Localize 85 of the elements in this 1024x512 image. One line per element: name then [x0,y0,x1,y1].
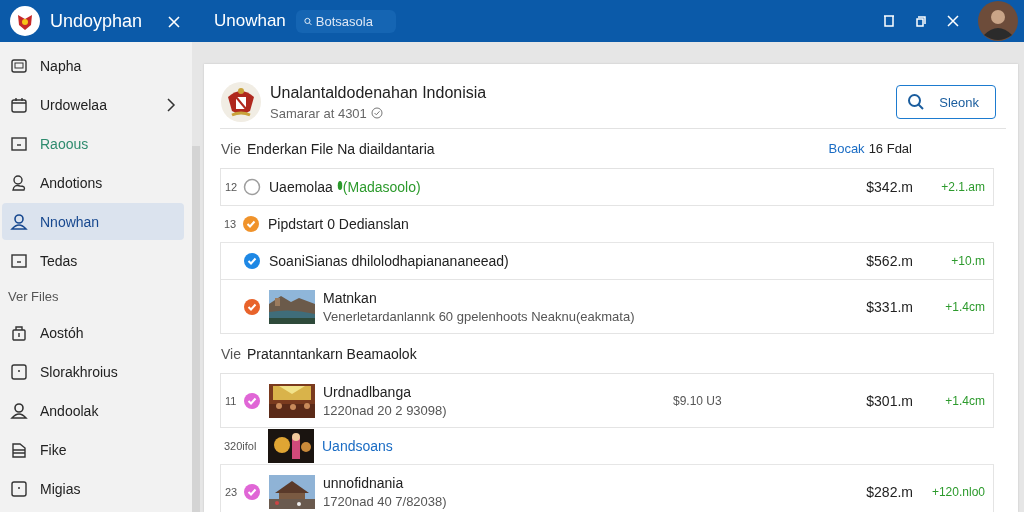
row-number: 11 [224,394,238,407]
sidebar-item[interactable]: Urdowelaa [2,86,184,123]
restore-icon[interactable] [914,14,928,28]
section-title: Unowhan [214,11,286,31]
document-icon [10,134,28,153]
item-title: Matnkan [323,289,377,306]
panel-icon [10,56,28,75]
bag-icon [10,323,28,342]
list-row[interactable]: 11 Urdnadlbanga 1220nad 20 2 93098) $9.10 U3 $301.m +1.4cm [220,374,994,428]
sidebar-item[interactable]: Fike [2,431,184,468]
price-change: +1.4cm [944,393,986,408]
section-prefix: Vie [221,345,241,362]
sidebar-item[interactable]: Tedas [2,242,184,279]
item-subtitle: Venerletardanlannk 60 gpelenhoots Neaknu(eakmata) [323,308,636,324]
price: $331.m [865,298,913,315]
row-number: 23 [224,485,239,498]
price-change: +1.4cm [944,299,986,314]
sidebar-item[interactable]: Raoous [2,125,184,162]
price: $562.m [865,253,913,269]
search-field[interactable]: Botsasola [295,9,396,33]
scrollbar[interactable] [192,146,200,512]
list-row[interactable]: 320ifol Uandsoans [220,428,994,465]
sidebar-item[interactable]: Migias [2,470,184,507]
section-title: Pratanntankarn Beamaolok [247,345,418,362]
sidebar-item[interactable]: Nnowhan [2,203,184,240]
sidebar-item[interactable]: Slorakhroius [2,353,184,390]
list-row[interactable]: SoaniSianas dhilolodhapianananeead) $562.m +10.m [220,243,994,280]
emblem-icon [220,81,262,123]
row-number: 13 [223,218,238,230]
calendar-icon [10,95,28,114]
section-count: 16 Fdal [868,141,912,156]
price: $301.m [865,392,913,409]
sidebar-item[interactable]: Andotions [2,164,184,201]
checkbox[interactable] [243,252,261,270]
leaf-icon [336,179,343,192]
item-tag-text: (Madasoolo) [342,179,421,195]
check-circle-icon [370,107,383,119]
price: $342.m [865,179,913,195]
price-change: +10.m [950,254,986,268]
document-icon [10,251,28,270]
avatar[interactable] [978,1,1018,41]
item-title: Pipdstart 0 Dedianslan [268,216,409,232]
item-title: unnofidnania [323,474,404,491]
price-change: +120.nlo0 [930,484,986,499]
list-row[interactable]: 12 Uaemolaa (Madasoolo) $342.m +2.1.am [220,169,994,206]
square-icon [10,479,28,498]
sidebar-item[interactable]: Andoolak [2,392,184,429]
sidebar-section-label: Ver Files [7,288,60,306]
section-prefix: Vie [221,140,241,157]
item-subtitle: 1720nad 40 7/82038) [323,493,448,509]
app-title: Undoyphan [50,10,144,32]
row-number: 12 [224,181,239,193]
checkbox[interactable] [243,297,261,316]
square-icon [10,362,28,381]
close-icon[interactable] [946,14,960,28]
item-subtitle: 1220nad 20 2 93098) [323,402,448,418]
chevron-icon [166,97,176,112]
person-icon [10,212,28,231]
checkbox[interactable] [242,215,260,233]
logo-icon [10,6,40,36]
minimize-icon[interactable] [882,14,896,28]
sidebar-item[interactable]: Aostóh [2,314,184,351]
row-number: 320ifol [223,440,258,452]
list-row[interactable]: Matnkan Venerletardanlannk 60 gpelenhoots Neaknu(eakmata) $331.m +1.4cm [220,280,994,334]
search-input[interactable]: Botsasola [315,13,388,29]
item-note: $9.10 U3 [673,393,723,408]
section-link[interactable]: Bocak [828,141,865,156]
price: $282.m [865,483,913,500]
price-change: +2.1.am [940,180,986,194]
item-title: Uaemolaa [269,179,333,195]
item-title: Urdnadlbanga [323,383,411,400]
search-icon [907,93,926,111]
list-row[interactable]: 23 unnofidnania 1720nad 40 7/82038) $282.m +120.nlo0 [220,465,994,512]
section-title: Enderkan File Na diaildantaria [247,140,436,157]
list-row[interactable]: 13 Pipdstart 0 Dedianslan [220,206,994,243]
sidebar-item[interactable]: Napha [2,47,184,84]
checkbox[interactable] [243,482,261,501]
search-button[interactable]: Sleonk [896,85,996,119]
item-title: SoaniSianas dhilolodhapianananeead) [269,253,509,269]
card-title: Unalantaldodenahan Indonisia [270,83,488,102]
card-subtitle: Samarar at 4301 [270,105,367,121]
checkbox[interactable] [243,178,261,196]
item-link[interactable]: Uandsoans [322,438,393,454]
checkbox[interactable] [243,391,261,410]
person-icon [10,401,28,420]
